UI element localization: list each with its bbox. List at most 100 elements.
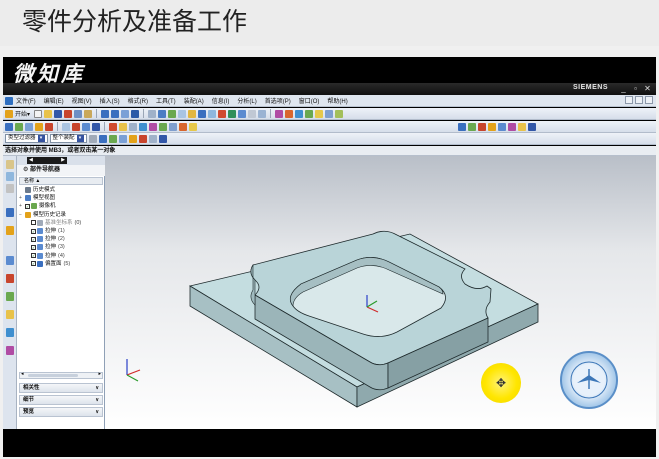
shaded-with-edges-icon[interactable] xyxy=(62,122,70,131)
feature-icon[interactable] xyxy=(468,122,476,131)
type-filter-combo[interactable]: 类型过滤器 ▾ xyxy=(5,134,48,143)
center-icon[interactable] xyxy=(128,134,137,143)
resize-blend-icon[interactable] xyxy=(518,122,526,131)
copy-icon[interactable] xyxy=(74,109,83,118)
doc-close-button[interactable] xyxy=(645,96,653,104)
show-hide-icon[interactable] xyxy=(139,122,147,131)
scroll-thumb[interactable] xyxy=(28,374,78,377)
tree-node[interactable]: ✓ 拉伸 (1) xyxy=(19,227,103,235)
menu-information[interactable]: 信息(I) xyxy=(212,96,230,105)
line-icon[interactable] xyxy=(179,122,187,131)
open-folder-icon[interactable] xyxy=(44,109,53,118)
section-view-icon[interactable] xyxy=(109,122,117,131)
new-file-icon[interactable] xyxy=(34,109,43,118)
datum-axis-icon[interactable] xyxy=(168,109,177,118)
maximize-button[interactable]: ▫ xyxy=(631,83,640,94)
visibility-checkbox[interactable]: ✓ xyxy=(31,228,36,234)
layer-icon[interactable] xyxy=(129,122,137,131)
navigator-tab-scroller[interactable]: ◀ ▶ xyxy=(27,157,67,164)
trim-body-icon[interactable] xyxy=(275,109,284,118)
pattern-icon[interactable] xyxy=(285,109,294,118)
assembly-navigator-icon[interactable] xyxy=(6,160,14,169)
endpoint-icon[interactable] xyxy=(108,134,117,143)
tree-node[interactable]: ✓ 拉伸 (4) xyxy=(19,252,103,260)
boss-icon[interactable] xyxy=(208,109,217,118)
move-face-icon[interactable] xyxy=(488,122,496,131)
shell-icon[interactable] xyxy=(238,109,247,118)
background-icon[interactable] xyxy=(119,122,127,131)
menu-file[interactable]: 文件(F) xyxy=(16,96,36,105)
tree-node[interactable]: ✓ 拉伸 (2) xyxy=(19,235,103,243)
redo-icon[interactable] xyxy=(111,109,120,118)
snap-icon[interactable] xyxy=(88,134,97,143)
pan-icon[interactable] xyxy=(25,122,33,131)
chevron-right-icon[interactable]: ▶ xyxy=(61,157,65,164)
column-header-name[interactable]: 名称 ▲ xyxy=(19,177,103,185)
paste-icon[interactable] xyxy=(84,109,93,118)
quadrant-icon[interactable] xyxy=(158,134,167,143)
roles-icon[interactable] xyxy=(6,328,14,337)
visibility-checkbox[interactable]: ✓ xyxy=(31,236,36,242)
visibility-checkbox[interactable]: ✓ xyxy=(31,261,36,267)
mirror-icon[interactable] xyxy=(295,109,304,118)
analysis-icon[interactable] xyxy=(335,109,344,118)
web-browser-icon[interactable] xyxy=(6,256,14,265)
visibility-checkbox[interactable]: ✓ xyxy=(25,203,30,209)
zoom-icon[interactable] xyxy=(15,122,23,131)
visibility-checkbox[interactable]: ✓ xyxy=(31,244,36,250)
section-details[interactable]: 细节 ∨ xyxy=(19,395,103,405)
offset-face-icon[interactable] xyxy=(305,109,314,118)
unite-icon[interactable] xyxy=(248,109,257,118)
menu-format[interactable]: 格式(R) xyxy=(128,96,148,105)
selection-scope-combo[interactable]: 整个装配 ▾ xyxy=(49,134,87,143)
edit-object-display-icon[interactable] xyxy=(159,122,167,131)
doc-restore-button[interactable] xyxy=(635,96,643,104)
intersection-icon[interactable] xyxy=(138,134,147,143)
trimetric-icon[interactable] xyxy=(82,122,90,131)
start-button[interactable]: 开始▾ xyxy=(15,109,30,118)
menu-preferences[interactable]: 首选项(P) xyxy=(265,96,291,105)
tree-node[interactable]: 历史模式 xyxy=(19,186,103,194)
system-scenes-icon[interactable] xyxy=(6,346,14,355)
surface-icon[interactable] xyxy=(458,122,466,131)
measure-icon[interactable] xyxy=(325,109,334,118)
process-studio-icon[interactable] xyxy=(6,310,14,319)
sync-modeling-icon[interactable] xyxy=(478,122,486,131)
repeat-icon[interactable] xyxy=(121,109,130,118)
menu-window[interactable]: 窗口(O) xyxy=(299,96,320,105)
hole-icon[interactable] xyxy=(198,109,207,118)
menu-tools[interactable]: 工具(T) xyxy=(156,96,176,105)
tree-node[interactable]: + 模型视图 xyxy=(19,194,103,202)
visibility-checkbox[interactable]: ✓ xyxy=(31,253,36,259)
nx-icon[interactable] xyxy=(5,96,13,105)
menu-insert[interactable]: 插入(S) xyxy=(100,96,120,105)
pull-face-icon[interactable] xyxy=(528,122,536,131)
draft-icon[interactable] xyxy=(315,109,324,118)
point-on-curve-icon[interactable] xyxy=(148,134,157,143)
revolve-icon[interactable] xyxy=(188,109,197,118)
tree-node[interactable]: ✓ 偏置面 (5) xyxy=(19,260,103,268)
part-navigator-icon[interactable] xyxy=(6,184,14,193)
graphics-window[interactable]: ◀ ▶ ⚙ 部件导航器 名称 ▲ 历史模式 + 模型视图 + ✓ 摄像机 − 模型历史记录 基准… xyxy=(3,156,656,429)
tree-node[interactable]: − 模型历史记录 xyxy=(19,211,103,219)
delete-face-icon[interactable] xyxy=(508,122,516,131)
extrude-icon[interactable] xyxy=(178,109,187,118)
constraint-navigator-icon[interactable] xyxy=(6,172,14,181)
curve-icon[interactable] xyxy=(169,122,177,131)
doc-minimize-button[interactable] xyxy=(625,96,633,104)
orient-view-icon[interactable] xyxy=(72,122,80,131)
menu-assemblies[interactable]: 装配(A) xyxy=(184,96,204,105)
system-materials-icon[interactable] xyxy=(6,292,14,301)
save-icon[interactable] xyxy=(54,109,63,118)
midpoint-icon[interactable] xyxy=(118,134,127,143)
subtract-icon[interactable] xyxy=(258,109,267,118)
cut-icon[interactable] xyxy=(64,109,73,118)
menu-edit[interactable]: 编辑(E) xyxy=(44,96,64,105)
undo-icon[interactable] xyxy=(101,109,110,118)
tree-node[interactable]: 基准坐标系 (0) xyxy=(19,219,103,227)
sketch-icon[interactable] xyxy=(148,109,157,118)
navigator-scrollbar[interactable]: ◂ ▸ xyxy=(19,371,103,379)
command-finder-icon[interactable] xyxy=(131,109,140,118)
datum-plane-icon[interactable] xyxy=(158,109,167,118)
replace-face-icon[interactable] xyxy=(498,122,506,131)
